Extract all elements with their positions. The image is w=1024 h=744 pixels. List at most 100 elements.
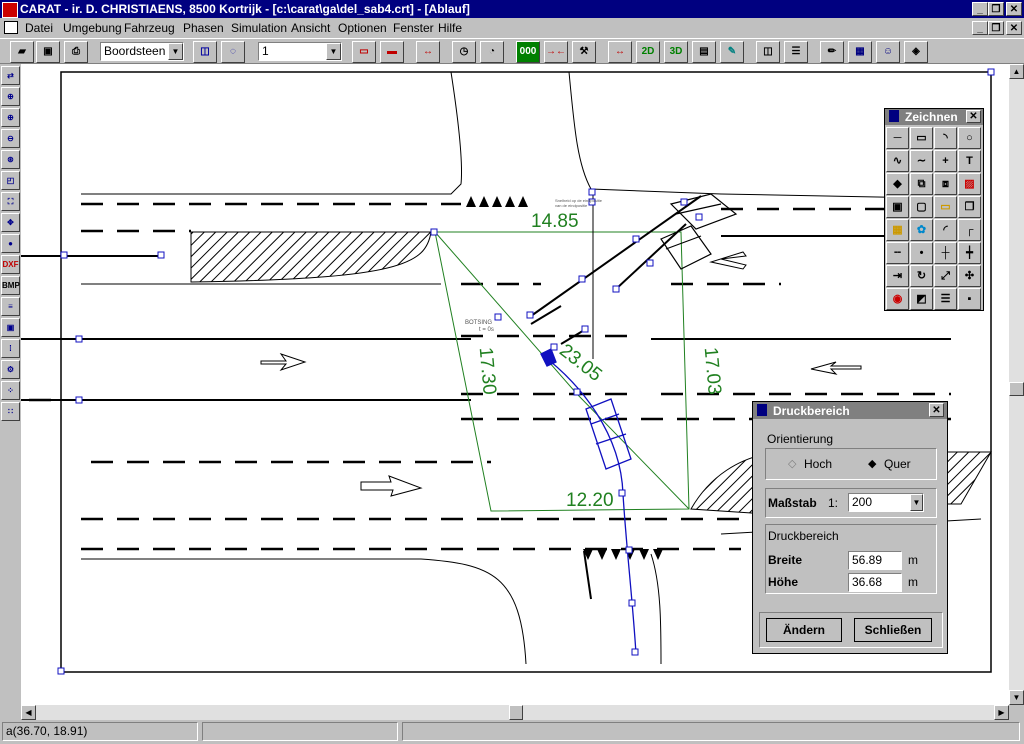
rotate-tool-icon[interactable]: ↻ xyxy=(910,265,933,287)
circle-tool-icon[interactable]: ○ xyxy=(958,127,981,149)
eraser-tool-icon[interactable]: ◆ xyxy=(886,173,909,195)
maximize-button[interactable]: ❐ xyxy=(988,2,1004,16)
save-icon[interactable]: ▣ xyxy=(36,41,60,63)
move-tool-icon[interactable]: ⇥ xyxy=(886,265,909,287)
doc-minimize-button[interactable]: _ xyxy=(972,21,988,35)
print-icon[interactable]: ⎙ xyxy=(64,41,88,63)
zoom-window-icon[interactable]: ⊕ xyxy=(1,87,20,106)
vertical-scrollbar[interactable]: ▲ ▼ xyxy=(1009,64,1024,705)
dots-icon[interactable]: ⁘ xyxy=(1,381,20,400)
car-icon[interactable]: ▬ xyxy=(380,41,404,63)
open-folder-icon[interactable]: ▰ xyxy=(10,41,34,63)
zoom-object-icon[interactable]: ⊛ xyxy=(1,150,20,169)
dash-line-tool-icon[interactable]: ╌ xyxy=(886,242,909,264)
close-icon[interactable]: ✕ xyxy=(966,110,981,123)
scroll-thumb[interactable] xyxy=(509,705,523,720)
scale-combo[interactable]: 200 ▼ xyxy=(848,493,924,512)
people-icon[interactable]: ☺ xyxy=(876,41,900,63)
node-tool-icon[interactable]: ┼ xyxy=(934,242,957,264)
snap-icon[interactable]: ∷ xyxy=(1,402,20,421)
shape-round-icon[interactable]: ◫ xyxy=(193,41,217,63)
flip-tool-icon[interactable]: ⧈ xyxy=(934,173,957,195)
menu-simulation[interactable]: Simulation xyxy=(231,21,287,35)
split-horizontal-icon[interactable]: ☰ xyxy=(784,41,808,63)
option-quer-label[interactable]: Quer xyxy=(884,457,911,471)
radio-hoch[interactable]: ◇ xyxy=(788,459,798,470)
fill-tool-icon[interactable]: ◩ xyxy=(910,288,933,310)
edit-icon[interactable]: ✎ xyxy=(720,41,744,63)
counter-icon[interactable]: 000 xyxy=(516,41,540,63)
menu-phasen[interactable]: Phasen xyxy=(183,21,224,35)
note-tool-icon[interactable]: ▭ xyxy=(934,196,957,218)
snap-tool-icon[interactable]: ✣ xyxy=(958,265,981,287)
grid-icon[interactable]: ⁞ xyxy=(1,339,20,358)
point-icon[interactable]: ● xyxy=(1,234,20,253)
chevron-down-icon[interactable]: ▼ xyxy=(168,43,183,60)
table-icon[interactable]: ▤ xyxy=(692,41,716,63)
option-hoch-label[interactable]: Hoch xyxy=(804,457,832,471)
color-tool-icon[interactable]: ◉ xyxy=(886,288,909,310)
pan-icon[interactable]: ✥ xyxy=(1,213,20,232)
cross-tool-icon[interactable]: + xyxy=(934,150,957,172)
import-bmp-button[interactable]: BMP xyxy=(1,276,20,295)
settings-icon[interactable]: ⚙ xyxy=(1,360,20,379)
menu-fahrzeug[interactable]: Fahrzeug xyxy=(124,21,175,35)
measure-icon[interactable]: ↔ xyxy=(416,41,440,63)
width-input[interactable]: 56.89 xyxy=(848,551,902,570)
copy-tool-icon[interactable]: ❐ xyxy=(958,196,981,218)
radio-quer[interactable]: ◆ xyxy=(868,459,878,470)
minimize-button[interactable]: _ xyxy=(972,2,988,16)
menu-datei[interactable]: Datei xyxy=(25,21,53,35)
close-button[interactable]: ✕ xyxy=(1006,2,1022,16)
change-button[interactable]: Ändern xyxy=(766,618,842,642)
height-input[interactable]: 36.68 xyxy=(848,573,902,592)
fillet-tool-icon[interactable]: ◜ xyxy=(934,219,957,241)
wave-tool-icon[interactable]: ∿ xyxy=(886,150,909,172)
menu-hilfe[interactable]: Hilfe xyxy=(438,21,462,35)
scroll-down-icon[interactable]: ▼ xyxy=(1009,690,1024,705)
chevron-down-icon[interactable]: ▼ xyxy=(326,43,341,60)
object-type-combo[interactable]: Boordsteen ▼ xyxy=(100,42,184,61)
shape-cloud-icon[interactable]: ◌ xyxy=(221,41,245,63)
arc-tool-icon[interactable]: ◝ xyxy=(934,127,957,149)
collision-icon[interactable]: →← xyxy=(544,41,568,63)
view-2d-button[interactable]: 2D xyxy=(636,41,660,63)
dot-tool-icon[interactable]: ▪ xyxy=(958,288,981,310)
chevron-down-icon[interactable]: ▼ xyxy=(910,494,923,511)
pencil-icon[interactable]: ✏ xyxy=(820,41,844,63)
scroll-thumb[interactable] xyxy=(1009,382,1024,396)
horizontal-scrollbar[interactable]: ◀ ▶ xyxy=(21,705,1009,720)
vehicle-frame-icon[interactable]: ▭ xyxy=(352,41,376,63)
stopwatch-icon[interactable]: ◷ xyxy=(452,41,476,63)
eraser-icon[interactable]: ◈ xyxy=(904,41,928,63)
doc-maximize-button[interactable]: ❐ xyxy=(988,21,1004,35)
zoom-extent-icon[interactable]: ◰ xyxy=(1,171,20,190)
mirror-tool-icon[interactable]: ⧉ xyxy=(910,173,933,195)
rectangle-tool-icon[interactable]: ▭ xyxy=(910,127,933,149)
scale-tool-icon[interactable]: ⤢ xyxy=(934,265,957,287)
redraw-icon[interactable]: ⇄ xyxy=(1,66,20,85)
intersect-tool-icon[interactable]: ┿ xyxy=(958,242,981,264)
app-icon[interactable] xyxy=(2,2,18,18)
corner-tool-icon[interactable]: ┌ xyxy=(958,219,981,241)
menu-optionen[interactable]: Optionen xyxy=(338,21,387,35)
doc-close-button[interactable]: ✕ xyxy=(1006,21,1022,35)
close-icon[interactable]: ✕ xyxy=(929,403,944,417)
speedometer-icon[interactable]: ◔ xyxy=(480,41,504,63)
menu-umgebung[interactable]: Umgebung xyxy=(63,21,122,35)
menu-fenster[interactable]: Fenster xyxy=(393,21,434,35)
menu-ansicht[interactable]: Ansicht xyxy=(291,21,330,35)
width-icon[interactable]: ↔ xyxy=(608,41,632,63)
layer-combo[interactable]: 1 ▼ xyxy=(258,42,342,61)
document-icon[interactable] xyxy=(4,21,18,34)
ungroup-tool-icon[interactable]: ▢ xyxy=(910,196,933,218)
scroll-left-icon[interactable]: ◀ xyxy=(21,705,36,720)
line-tool-icon[interactable]: ─ xyxy=(886,127,909,149)
text-tool-icon[interactable]: T xyxy=(958,150,981,172)
zoom-out-icon[interactable]: ⊖ xyxy=(1,129,20,148)
tools-icon[interactable]: ⚒ xyxy=(572,41,596,63)
linestyle-tool-icon[interactable]: ☰ xyxy=(934,288,957,310)
camera-icon[interactable]: ▣ xyxy=(1,318,20,337)
point-line-tool-icon[interactable]: • xyxy=(910,242,933,264)
curve-tool-icon[interactable]: ∼ xyxy=(910,150,933,172)
